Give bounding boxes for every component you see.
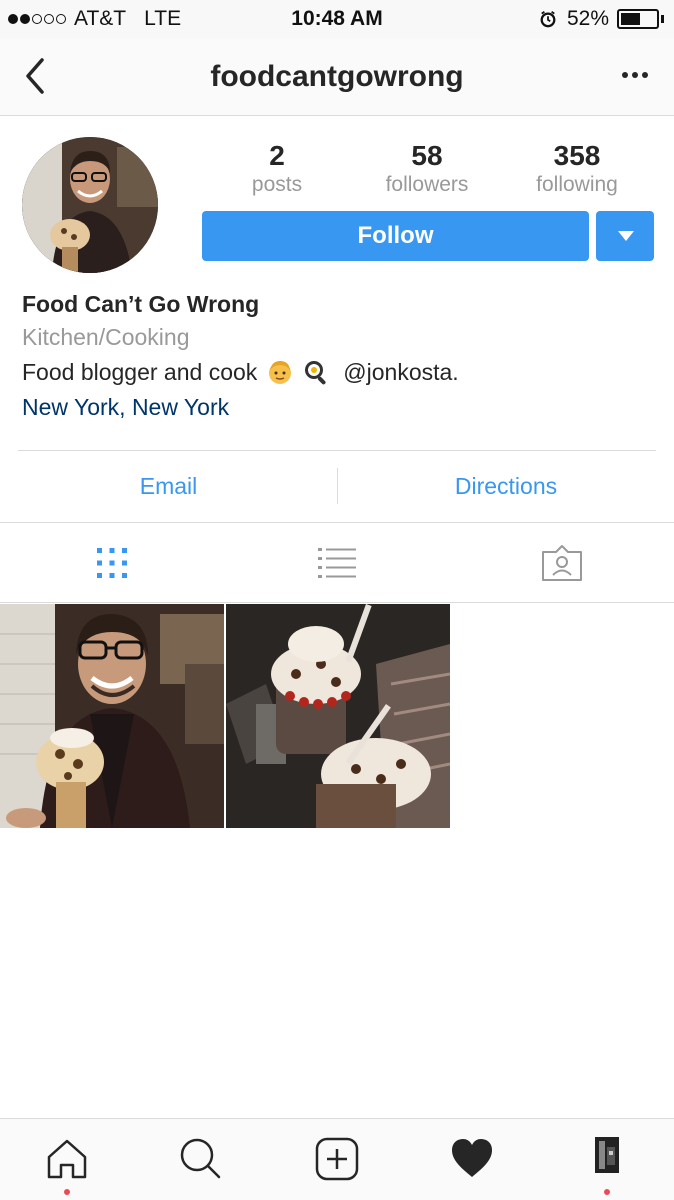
- notification-dot: [604, 1189, 610, 1195]
- man-emoji-icon: [269, 361, 292, 384]
- bio-mention[interactable]: @jonkosta.: [343, 354, 458, 390]
- profile-bio: Food Can’t Go Wrong Kitchen/Cooking Food…: [22, 288, 652, 424]
- profile-display-name: Food Can’t Go Wrong: [22, 291, 260, 317]
- post-thumbnail[interactable]: [0, 604, 224, 828]
- followers-label: followers: [385, 173, 469, 196]
- tab-activity[interactable]: [405, 1119, 539, 1200]
- tab-grid-view[interactable]: [0, 523, 224, 603]
- add-post-icon: [315, 1137, 359, 1181]
- battery-icon: [617, 9, 659, 29]
- directions-button[interactable]: Directions: [338, 451, 674, 521]
- post-photo-image: [0, 604, 224, 828]
- bio-location-link[interactable]: New York, New York: [22, 390, 652, 424]
- tab-tagged-photos[interactable]: [450, 523, 674, 603]
- profile-view-tabs: [0, 523, 674, 603]
- triangle-down-icon: [618, 231, 634, 241]
- profile-thumbnail-icon: [595, 1137, 619, 1173]
- tab-new-post[interactable]: [270, 1119, 404, 1200]
- tab-list-view[interactable]: [225, 523, 449, 603]
- grid-icon: [97, 548, 127, 578]
- followers-count: 58: [411, 140, 443, 171]
- more-options-button[interactable]: [622, 72, 648, 78]
- profile-stats: 2 posts 58 followers 358 following: [202, 140, 652, 198]
- follow-button[interactable]: Follow: [202, 211, 589, 261]
- posts-count: 2: [269, 140, 285, 171]
- post-photo-image: [226, 604, 450, 828]
- frying-pan-egg-icon: [305, 361, 326, 385]
- post-thumbnail[interactable]: [226, 604, 450, 828]
- navigation-bar: foodcantgowrong: [0, 38, 674, 116]
- battery-percentage: 52%: [566, 7, 609, 30]
- profile-avatar[interactable]: [22, 137, 158, 273]
- suggested-accounts-dropdown-button[interactable]: [596, 211, 654, 261]
- more-horizontal-icon: [622, 72, 628, 78]
- tab-search[interactable]: [134, 1119, 268, 1200]
- following-label: following: [536, 173, 618, 196]
- status-right: 52%: [539, 7, 664, 31]
- profile-category: Kitchen/Cooking: [22, 324, 190, 350]
- tagged-person-icon: [542, 545, 582, 581]
- stat-following[interactable]: 358 following: [502, 140, 652, 198]
- email-button[interactable]: Email: [0, 451, 337, 521]
- profile-username-title: foodcantgowrong: [210, 60, 464, 93]
- tab-home[interactable]: [0, 1119, 134, 1200]
- following-count: 358: [553, 140, 601, 171]
- status-bar: AT&T LTE 10:48 AM 52%: [0, 0, 674, 38]
- stat-followers[interactable]: 58 followers: [352, 140, 502, 198]
- bio-description: Food blogger and cook @jonkosta.: [22, 354, 652, 390]
- search-icon: [180, 1138, 221, 1179]
- bottom-tab-bar: [0, 1118, 674, 1200]
- alarm-icon: [540, 11, 556, 28]
- bio-text: Food blogger and cook: [22, 359, 258, 385]
- home-icon: [47, 1139, 87, 1179]
- tab-profile[interactable]: [540, 1119, 674, 1200]
- posts-label: posts: [251, 173, 303, 196]
- contact-options: Email Directions: [0, 451, 674, 521]
- heart-icon: [452, 1139, 492, 1177]
- profile-photo-image: [22, 137, 158, 273]
- notification-dot: [64, 1189, 70, 1195]
- stat-posts[interactable]: 2 posts: [202, 140, 352, 198]
- battery-tip: [661, 15, 664, 23]
- list-icon: [318, 548, 356, 578]
